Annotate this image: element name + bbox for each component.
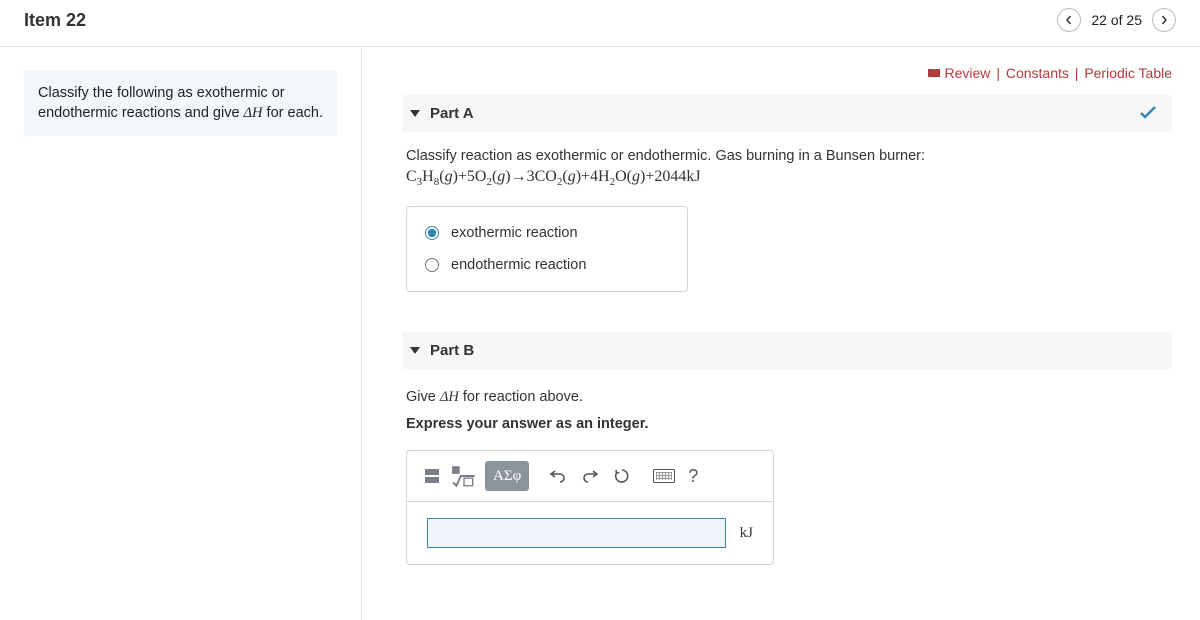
constants-link[interactable]: Constants	[1006, 65, 1069, 81]
chevron-right-icon	[1159, 15, 1169, 25]
caret-down-icon	[410, 347, 420, 354]
radio-endothermic[interactable]	[425, 258, 439, 272]
radio-exothermic[interactable]	[425, 226, 439, 240]
option-exothermic[interactable]: exothermic reaction	[407, 217, 687, 249]
math-symbols-button[interactable]	[449, 461, 479, 491]
part-a-title: Part A	[430, 105, 474, 122]
part-a: Part A Classify reaction as exothermic o…	[402, 95, 1172, 292]
part-a-prompt: Classify reaction as exothermic or endot…	[406, 146, 1168, 166]
part-b-header[interactable]: Part B	[402, 332, 1172, 369]
option-endothermic-label: endothermic reaction	[451, 257, 586, 273]
next-item-button[interactable]	[1152, 8, 1176, 32]
item-title: Item 22	[24, 10, 86, 31]
part-b: Part B Give ΔH for reaction above. Expre…	[402, 332, 1172, 565]
templates-button[interactable]	[421, 461, 443, 491]
answer-box: ΑΣφ	[406, 450, 774, 565]
instruction-column: Classify the following as exothermic or …	[0, 47, 362, 620]
caret-down-icon	[410, 110, 420, 117]
unit-label: kJ	[740, 525, 753, 542]
instruction-delta-h: ΔH	[244, 105, 263, 121]
equation-toolbar: ΑΣφ	[407, 451, 773, 502]
sqrt-icon	[451, 465, 477, 487]
item-position: 22 of 25	[1091, 12, 1142, 28]
review-link[interactable]: Review	[945, 65, 991, 81]
instruction-text-suffix: for each.	[263, 105, 323, 121]
help-button[interactable]: ?	[683, 461, 703, 491]
instruction-box: Classify the following as exothermic or …	[24, 71, 337, 136]
keyboard-button[interactable]	[651, 461, 677, 491]
part-a-options: exothermic reaction endothermic reaction	[406, 206, 688, 292]
page-header: Item 22 22 of 25	[0, 0, 1200, 47]
redo-icon	[582, 468, 598, 484]
redo-button[interactable]	[577, 461, 603, 491]
content-column: Review | Constants | Periodic Table Part…	[362, 47, 1200, 620]
greek-button[interactable]: ΑΣφ	[485, 461, 529, 491]
part-b-title: Part B	[430, 342, 474, 359]
item-nav: 22 of 25	[1057, 8, 1176, 32]
chevron-left-icon	[1064, 15, 1074, 25]
part-a-equation: C3H8(g)+5O2(g)→3CO2(g)+4H2O(g)+2044kJ	[406, 168, 1168, 188]
reset-icon	[614, 468, 630, 484]
part-a-header[interactable]: Part A	[402, 95, 1172, 132]
part-b-prompt: Give ΔH for reaction above.	[406, 389, 1168, 406]
check-icon	[1140, 106, 1156, 122]
book-icon	[927, 66, 941, 77]
part-b-instruction: Express your answer as an integer.	[406, 416, 1168, 432]
undo-button[interactable]	[545, 461, 571, 491]
resource-links: Review | Constants | Periodic Table	[402, 65, 1172, 81]
keyboard-icon	[653, 469, 675, 483]
reset-button[interactable]	[609, 461, 635, 491]
prev-item-button[interactable]	[1057, 8, 1081, 32]
answer-input[interactable]	[427, 518, 726, 548]
undo-icon	[550, 468, 566, 484]
option-endothermic[interactable]: endothermic reaction	[407, 249, 687, 281]
option-exothermic-label: exothermic reaction	[451, 225, 578, 241]
periodic-table-link[interactable]: Periodic Table	[1084, 65, 1172, 81]
